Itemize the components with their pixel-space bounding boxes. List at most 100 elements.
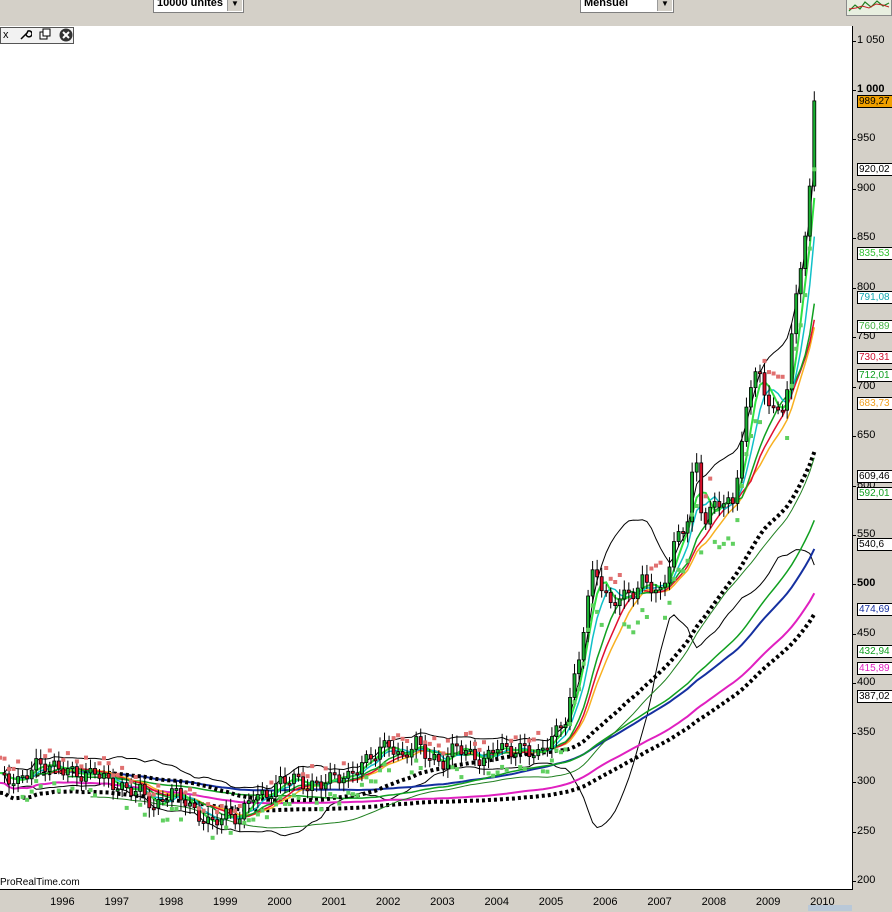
sar-dot (120, 765, 125, 770)
close-icon[interactable] (59, 28, 73, 47)
candle (106, 773, 111, 779)
sar-dot (672, 577, 676, 582)
windows-icon[interactable] (39, 28, 52, 46)
sar-dot (753, 419, 758, 424)
last-value-label-ma-magenta: 415,89 (857, 661, 892, 675)
sar-dot (663, 615, 667, 620)
last-value-label-sar: 760,89 (857, 320, 892, 334)
sar-dot (432, 736, 437, 741)
candle (626, 589, 631, 594)
sar-dot (142, 812, 147, 817)
sar-dot (373, 779, 378, 784)
x-tick-label: 2005 (538, 896, 564, 908)
sar-dot (65, 751, 70, 756)
sar-dot (771, 371, 776, 376)
last-value-label-ma-thin-green: 592,01 (857, 487, 892, 501)
candle (776, 406, 780, 411)
sar-dot (676, 567, 681, 572)
candle (608, 591, 613, 603)
sar-dot (138, 802, 143, 807)
last-value-label-ma-blue: 474,69 (857, 603, 892, 617)
candle (577, 659, 581, 675)
candle (436, 754, 441, 762)
sar-dot (341, 761, 346, 766)
candle (504, 743, 509, 747)
sar-dot (721, 541, 726, 546)
sar-dot (545, 769, 550, 774)
candle (183, 799, 188, 807)
wrench-icon[interactable] (19, 28, 33, 46)
candle (133, 791, 138, 797)
candle (88, 768, 93, 774)
last-value-label-ma-green: 712,01 (857, 368, 892, 382)
candle (206, 816, 211, 824)
sar-dot (52, 781, 57, 786)
top-toolbar: 10000 unités ▼ Mensuel ▼ (0, 0, 892, 26)
chevron-down-icon[interactable]: ▼ (227, 0, 242, 11)
candle (730, 497, 735, 505)
sar-dot (554, 748, 559, 753)
ma-green-long-line (67, 520, 815, 800)
candle (812, 100, 817, 187)
sar-dot (690, 512, 695, 517)
sar-dot (649, 566, 654, 571)
candle (355, 772, 360, 776)
sar-dot (278, 795, 283, 800)
candle (287, 782, 292, 786)
candle (495, 749, 500, 754)
candle (278, 776, 283, 785)
candle (251, 799, 256, 803)
sar-dot (730, 541, 735, 546)
candle (459, 745, 464, 755)
candle (645, 574, 649, 583)
candle (124, 782, 129, 789)
candle (409, 748, 414, 758)
sar-dot (441, 751, 446, 756)
sar-dot (147, 792, 152, 797)
sar-dot (124, 805, 129, 810)
candle (115, 788, 120, 792)
sar-dot (685, 558, 690, 563)
sar-dot (93, 793, 97, 798)
sar-dot (572, 700, 577, 705)
ma-magenta-line (0, 592, 816, 805)
x-tick-label: 1998 (158, 896, 184, 908)
candle (283, 776, 287, 784)
last-value-label-ma-red: 730,31 (857, 350, 892, 364)
sar-dot (328, 792, 333, 797)
units-select[interactable]: 10000 unités ▼ (153, 0, 244, 13)
sar-dot (658, 560, 663, 565)
sar-dot (246, 818, 251, 823)
y-tick-label: 400 (852, 676, 876, 689)
sar-dot (622, 622, 627, 627)
sar-dot (391, 736, 396, 741)
candle (301, 776, 306, 790)
candle (29, 769, 34, 780)
sar-dot (504, 767, 509, 772)
sar-dot (812, 167, 817, 172)
candle (151, 807, 156, 811)
close-x-label[interactable]: x (3, 28, 9, 43)
chart-thumbnail-icon[interactable] (846, 0, 892, 16)
sar-dot (491, 773, 496, 778)
sar-dot (445, 738, 450, 743)
sar-dot (644, 615, 649, 619)
candle (273, 783, 278, 798)
last-value-label-ma-orange: 683,73 (857, 396, 892, 410)
sar-dot (102, 756, 106, 761)
sar-dot (84, 755, 88, 760)
period-select[interactable]: Mensuel ▼ (580, 0, 674, 13)
candle (2, 772, 7, 776)
sar-dot (296, 795, 301, 800)
candle (341, 777, 346, 784)
candle (721, 503, 726, 508)
sar-dot (115, 772, 120, 777)
candle (269, 796, 274, 799)
scroll-tab[interactable] (808, 905, 852, 911)
sar-dot (694, 504, 699, 508)
sar-dot (613, 580, 618, 584)
chevron-down-icon[interactable]: ▼ (657, 0, 672, 11)
sar-dot (717, 545, 722, 550)
sar-dot (228, 830, 233, 835)
watermark: ProRealTime.com (0, 877, 80, 888)
